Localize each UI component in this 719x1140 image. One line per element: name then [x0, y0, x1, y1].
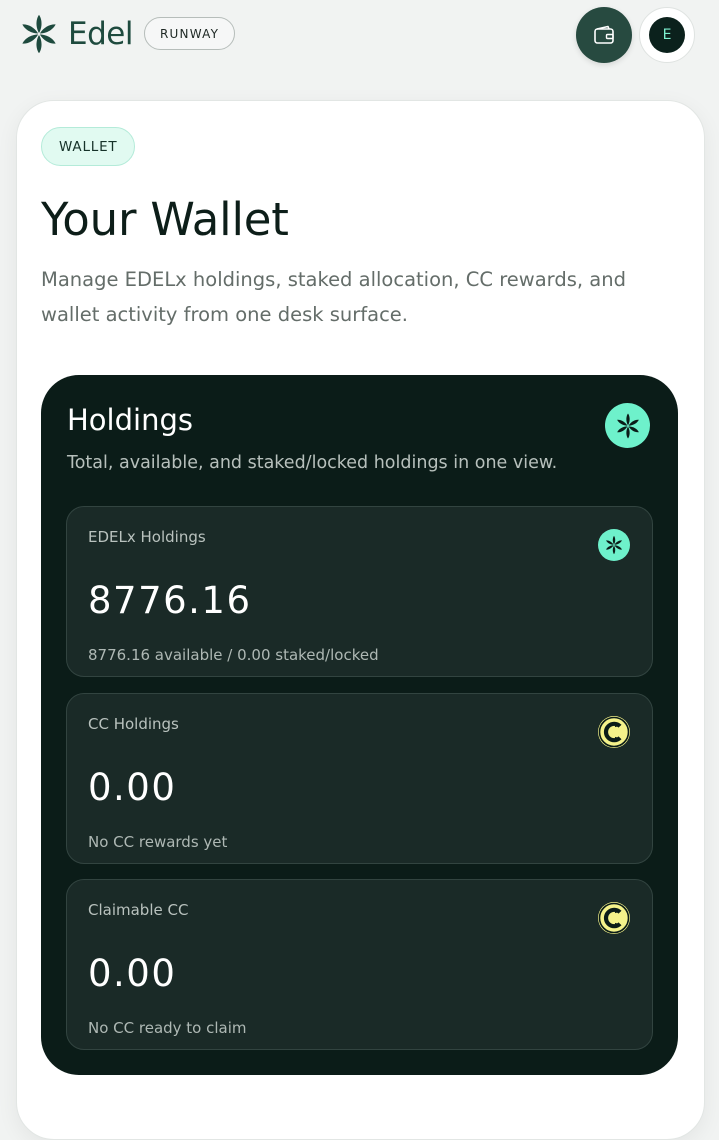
edelx-holdings-card[interactable]: EDELx Holdings 8776.16 8776.16 available… — [66, 506, 653, 677]
holdings-subtitle: Total, available, and staked/locked hold… — [67, 453, 558, 473]
stat-note: No CC ready to claim — [88, 1019, 247, 1037]
top-bar: Edel RUNWAY E — [0, 0, 719, 70]
wallet-icon — [594, 25, 614, 44]
stat-value: 8776.16 — [88, 579, 252, 622]
edel-flower-icon — [598, 529, 630, 561]
cc-holdings-card[interactable]: CC Holdings 0.00 No CC rewards yet — [66, 693, 653, 864]
account-button[interactable]: E — [639, 7, 695, 63]
cc-coin-icon — [598, 716, 630, 748]
stat-label: EDELx Holdings — [88, 528, 206, 546]
holdings-title: Holdings — [67, 403, 193, 437]
stat-note: 8776.16 available / 0.00 staked/locked — [88, 646, 379, 664]
claimable-cc-card[interactable]: Claimable CC 0.00 No CC ready to claim — [66, 879, 653, 1050]
stat-note: No CC rewards yet — [88, 833, 228, 851]
environment-badge[interactable]: RUNWAY — [144, 17, 236, 50]
stat-label: Claimable CC — [88, 901, 189, 919]
stat-label: CC Holdings — [88, 715, 179, 733]
edel-flower-icon — [616, 413, 639, 438]
brand-name: Edel — [68, 16, 133, 52]
holdings-badge — [605, 403, 650, 448]
page-description: Manage EDELx holdings, staked allocation… — [41, 268, 626, 326]
page-title: Your Wallet — [41, 193, 289, 246]
edel-flower-icon — [22, 14, 56, 54]
brand-logo[interactable]: Edel — [16, 14, 133, 54]
section-badge: WALLET — [41, 127, 136, 166]
avatar: E — [649, 17, 685, 53]
wallet-button[interactable] — [576, 7, 632, 63]
stat-value: 0.00 — [88, 766, 177, 809]
cc-coin-icon — [598, 902, 630, 934]
stat-value: 0.00 — [88, 952, 177, 995]
